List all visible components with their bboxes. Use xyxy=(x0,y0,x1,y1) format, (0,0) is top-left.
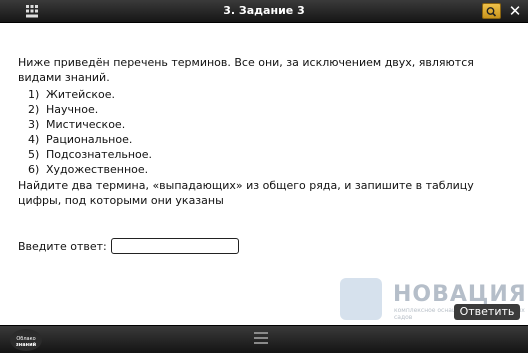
grid-menu-icon[interactable] xyxy=(26,5,38,18)
page-title: 3. Задание 3 xyxy=(223,4,305,17)
list-item: 1) Житейское. xyxy=(28,88,116,101)
task-intro: Ниже приведён перечень терминов. Все они… xyxy=(18,56,474,84)
answer-label: Введите ответ: xyxy=(18,239,107,253)
answer-input[interactable] xyxy=(110,238,239,254)
novatsiya-logo-icon xyxy=(340,278,382,320)
list-item: 5) Подсознательное. xyxy=(28,148,153,161)
top-bar: 3. Задание 3 ✕ xyxy=(0,0,528,23)
search-button[interactable] xyxy=(482,3,501,19)
task-instruction: Найдите два термина, «выпадающих» из общ… xyxy=(18,179,474,207)
oblako-znaniy-logo[interactable]: Облако знаний xyxy=(10,329,42,351)
answer-button[interactable]: Ответить xyxy=(454,304,520,320)
task-content: Ниже приведён перечень терминов. Все они… xyxy=(18,56,518,208)
answer-row: Введите ответ: xyxy=(18,236,239,256)
bottom-bar: Облако знаний xyxy=(0,325,528,353)
list-item: 2) Научное. xyxy=(28,103,99,116)
logo-line2: знаний xyxy=(15,342,37,348)
list-item: 4) Рациональное. xyxy=(28,133,133,146)
close-icon: ✕ xyxy=(508,2,522,20)
close-button[interactable]: ✕ xyxy=(506,2,524,20)
search-icon xyxy=(486,7,497,17)
term-list: 1) Житейское. 2) Научное. 3) Мистическое. 4… xyxy=(18,87,518,177)
list-item: 3) Мистическое. xyxy=(28,118,126,131)
list-item: 6) Художественное. xyxy=(28,163,149,176)
drag-handle-icon[interactable] xyxy=(254,332,268,346)
